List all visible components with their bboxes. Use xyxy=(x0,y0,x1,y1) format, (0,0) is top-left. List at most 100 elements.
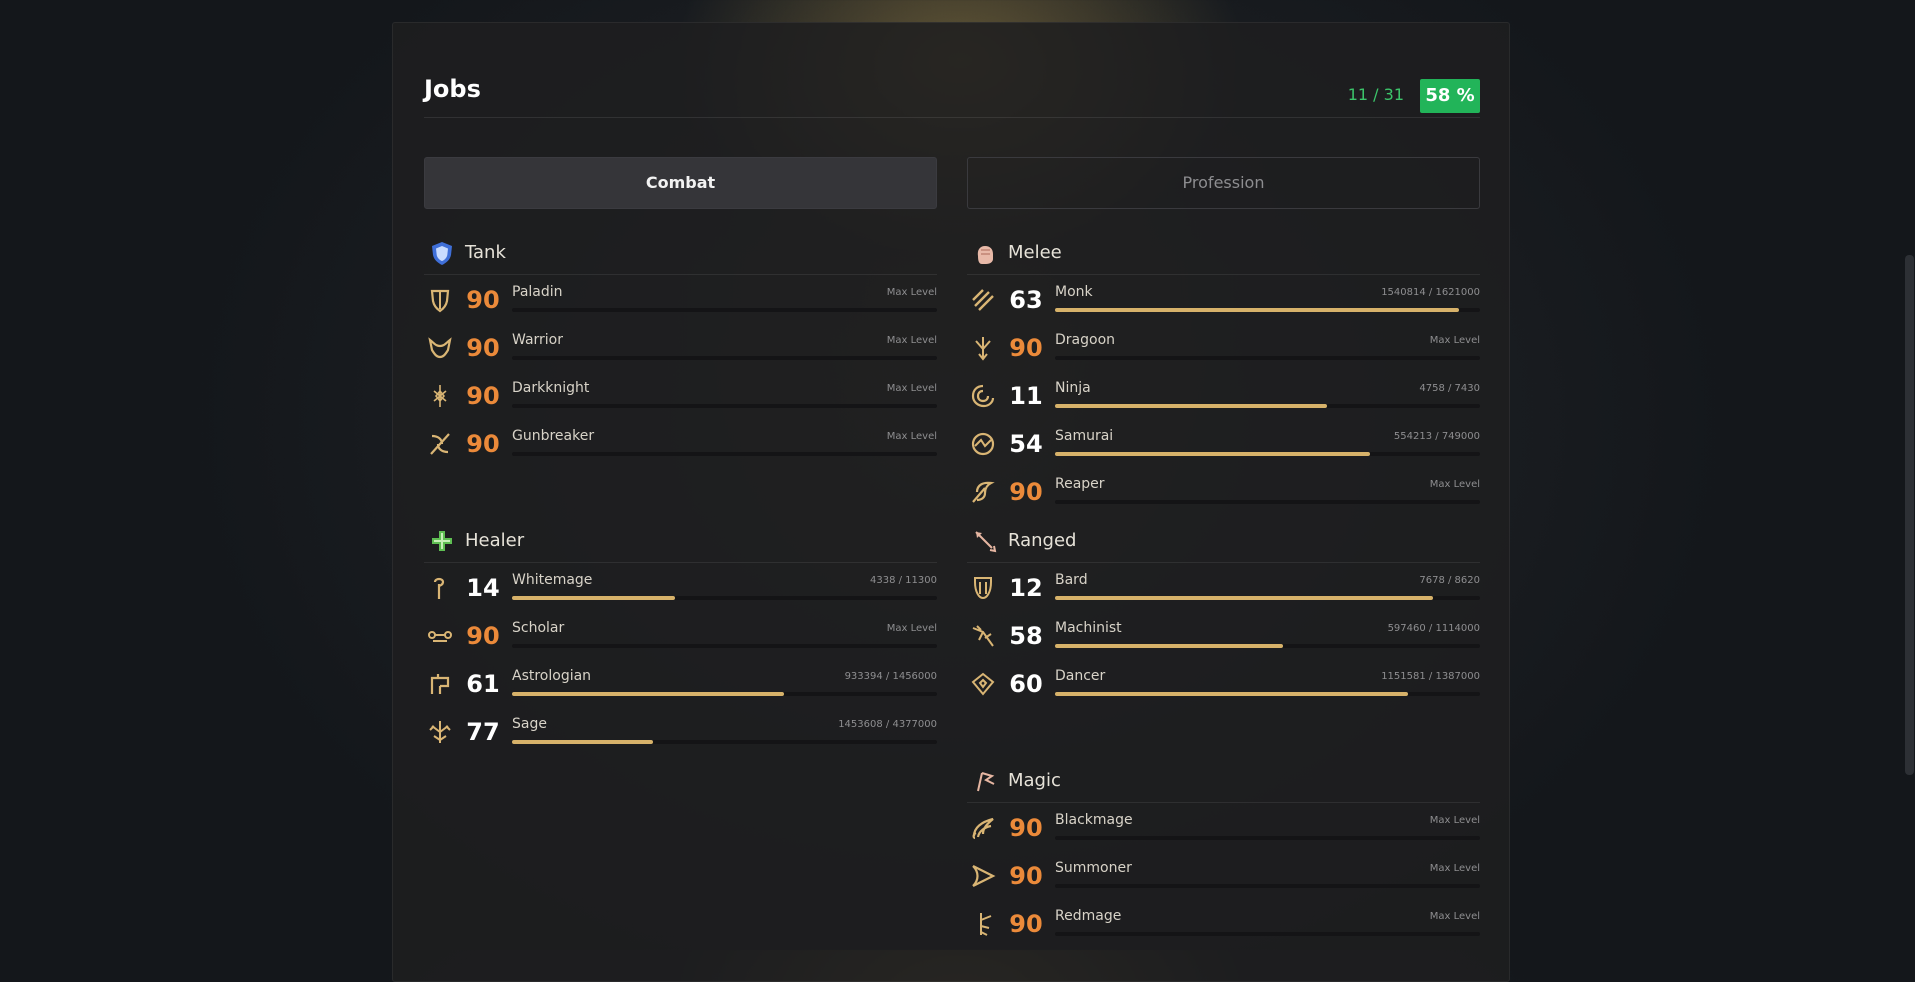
exp-progress-bar xyxy=(1055,404,1480,408)
job-level: 90 xyxy=(466,334,500,362)
scholar-icon xyxy=(426,622,454,650)
job-row-reaper[interactable]: 90 Reaper Max Level xyxy=(967,467,1480,515)
job-name: Warrior xyxy=(512,332,564,348)
job-exp: 1453608 / 4377000 xyxy=(838,719,937,730)
tab-combat[interactable]: Combat xyxy=(424,157,937,209)
job-name: Dancer xyxy=(1055,668,1106,684)
group-title: Tank xyxy=(465,242,506,263)
scrollbar-thumb[interactable] xyxy=(1905,255,1914,775)
job-row-samurai[interactable]: 54 Samurai 554213 / 749000 xyxy=(967,419,1480,467)
exp-progress-fill xyxy=(1055,308,1459,312)
job-row-darkknight[interactable]: 90 Darkknight Max Level xyxy=(424,371,937,419)
job-name: Blackmage xyxy=(1055,812,1133,828)
exp-progress-fill xyxy=(512,740,654,744)
job-row-bard[interactable]: 12 Bard 7678 / 8620 xyxy=(967,563,1480,611)
group-tank: Tank 90 Paladin Max Level 90 Warrior Max Level… xyxy=(424,234,937,467)
job-name: Samurai xyxy=(1055,428,1114,444)
job-name: Redmage xyxy=(1055,908,1122,924)
job-name: Scholar xyxy=(512,620,565,636)
job-exp: 933394 / 1456000 xyxy=(844,671,937,682)
group-magic: Magic 90 Blackmage Max Level 90 Summoner Max L… xyxy=(967,762,1480,947)
job-name: Monk xyxy=(1055,284,1093,300)
page-scrollbar[interactable] xyxy=(1904,0,1915,950)
job-row-gunbreaker[interactable]: 90 Gunbreaker Max Level xyxy=(424,419,937,467)
job-name: Summoner xyxy=(1055,860,1132,876)
job-level: 54 xyxy=(1009,430,1043,458)
redmage-icon xyxy=(969,910,997,938)
job-row-dragoon[interactable]: 90 Dragoon Max Level xyxy=(967,323,1480,371)
group-header: Tank xyxy=(424,234,937,275)
group-title: Healer xyxy=(465,530,525,551)
job-exp: 1540814 / 1621000 xyxy=(1381,287,1480,298)
job-row-monk[interactable]: 63 Monk 1540814 / 1621000 xyxy=(967,275,1480,323)
group-ranged: Ranged 12 Bard 7678 / 8620 58 Machinist 597460… xyxy=(967,522,1480,707)
tab-profession[interactable]: Profession xyxy=(967,157,1480,209)
job-level: 63 xyxy=(1009,286,1043,314)
job-name: Ninja xyxy=(1055,380,1091,396)
exp-progress-bar xyxy=(512,404,937,408)
job-level: 90 xyxy=(466,382,500,410)
exp-progress-bar xyxy=(512,740,937,744)
group-header: Magic xyxy=(967,762,1480,803)
group-title: Magic xyxy=(1008,770,1061,791)
job-exp: Max Level xyxy=(1429,815,1480,826)
job-exp: Max Level xyxy=(886,431,937,442)
job-exp: Max Level xyxy=(886,335,937,346)
group-header: Ranged xyxy=(967,522,1480,563)
page-title: Jobs xyxy=(424,75,481,103)
exp-progress-fill xyxy=(1055,644,1283,648)
job-row-astrologian[interactable]: 61 Astrologian 933394 / 1456000 xyxy=(424,659,937,707)
group-header: Healer xyxy=(424,522,937,563)
job-row-machinist[interactable]: 58 Machinist 597460 / 1114000 xyxy=(967,611,1480,659)
job-exp: Max Level xyxy=(1429,911,1480,922)
bow-arrow-icon xyxy=(972,528,998,554)
darkknight-icon xyxy=(426,382,454,410)
group-healer: Healer 14 Whitemage 4338 / 11300 90 Scholar Ma… xyxy=(424,522,937,755)
exp-progress-bar xyxy=(1055,452,1480,456)
exp-progress-fill xyxy=(1055,452,1370,456)
job-row-ninja[interactable]: 11 Ninja 4758 / 7430 xyxy=(967,371,1480,419)
astrologian-icon xyxy=(426,670,454,698)
exp-progress-bar xyxy=(512,644,937,648)
job-row-scholar[interactable]: 90 Scholar Max Level xyxy=(424,611,937,659)
job-exp: 4758 / 7430 xyxy=(1419,383,1480,394)
job-row-redmage[interactable]: 90 Redmage Max Level xyxy=(967,899,1480,947)
exp-progress-bar xyxy=(1055,356,1480,360)
dancer-icon xyxy=(969,670,997,698)
exp-progress-fill xyxy=(1055,404,1327,408)
job-row-dancer[interactable]: 60 Dancer 1151581 / 1387000 xyxy=(967,659,1480,707)
job-exp: Max Level xyxy=(1429,863,1480,874)
job-level: 14 xyxy=(466,574,500,602)
job-name: Dragoon xyxy=(1055,332,1116,348)
job-row-sage[interactable]: 77 Sage 1453608 / 4377000 xyxy=(424,707,937,755)
job-row-paladin[interactable]: 90 Paladin Max Level xyxy=(424,275,937,323)
exp-progress-bar xyxy=(512,596,937,600)
shield-icon xyxy=(429,240,455,266)
job-exp: 597460 / 1114000 xyxy=(1387,623,1480,634)
job-row-whitemage[interactable]: 14 Whitemage 4338 / 11300 xyxy=(424,563,937,611)
job-level: 90 xyxy=(1009,478,1043,506)
job-name: Machinist xyxy=(1055,620,1122,636)
job-name: Gunbreaker xyxy=(512,428,595,444)
exp-progress-bar xyxy=(1055,308,1480,312)
dragoon-icon xyxy=(969,334,997,362)
job-level: 90 xyxy=(1009,910,1043,938)
paladin-icon xyxy=(426,286,454,314)
exp-progress-bar xyxy=(512,308,937,312)
reaper-icon xyxy=(969,478,997,506)
job-row-warrior[interactable]: 90 Warrior Max Level xyxy=(424,323,937,371)
group-title: Ranged xyxy=(1008,530,1077,551)
fist-icon xyxy=(972,240,998,266)
job-level: 77 xyxy=(466,718,500,746)
job-name: Darkknight xyxy=(512,380,590,396)
group-header: Melee xyxy=(967,234,1480,275)
job-exp: Max Level xyxy=(886,383,937,394)
job-row-summoner[interactable]: 90 Summoner Max Level xyxy=(967,851,1480,899)
exp-progress-fill xyxy=(1055,692,1408,696)
job-level: 58 xyxy=(1009,622,1043,650)
exp-progress-fill xyxy=(512,596,676,600)
job-row-blackmage[interactable]: 90 Blackmage Max Level xyxy=(967,803,1480,851)
job-exp: Max Level xyxy=(886,623,937,634)
job-level: 12 xyxy=(1009,574,1043,602)
job-exp: 4338 / 11300 xyxy=(870,575,937,586)
